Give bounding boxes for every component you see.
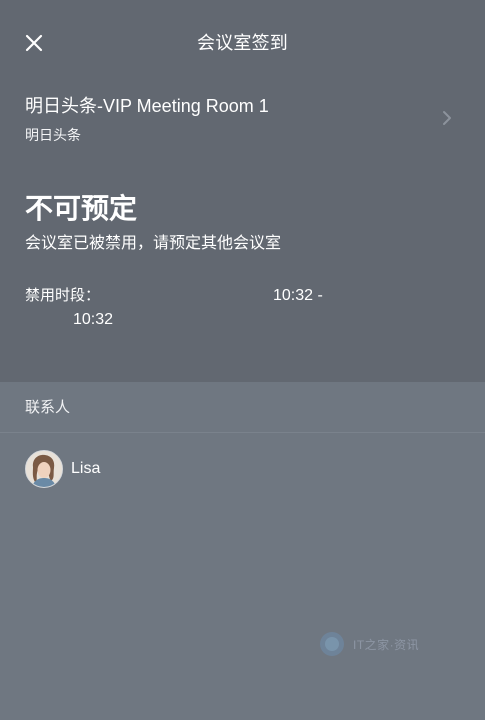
room-status-panel: 会议室签到 明日头条-VIP Meeting Room 1 明日头条 不可预定 … <box>0 0 485 382</box>
disabled-period-time-start: 10:32 - <box>273 287 323 304</box>
contact-item[interactable]: Lisa <box>0 447 485 493</box>
room-org: 明日头条 <box>25 127 81 143</box>
status-description: 会议室已被禁用，请预定其他会议室 <box>25 235 282 252</box>
header: 会议室签到 <box>0 0 485 86</box>
avatar-image <box>26 451 62 487</box>
avatar <box>25 450 63 488</box>
room-info-row[interactable]: 明日头条-VIP Meeting Room 1 明日头条 <box>0 88 485 150</box>
room-name: 明日头条-VIP Meeting Room 1 <box>25 96 269 116</box>
disabled-period-time-end: 10:32 <box>73 311 114 328</box>
contact-name: Lisa <box>71 460 101 477</box>
page-title: 会议室签到 <box>197 33 288 53</box>
chevron-right-icon <box>443 111 451 125</box>
divider <box>0 432 485 433</box>
contacts-heading: 联系人 <box>25 399 71 416</box>
watermark: IT之家·资讯 <box>317 628 419 660</box>
disabled-period-label: 禁用时段： <box>25 287 101 304</box>
status-title: 不可预定 <box>25 193 138 224</box>
watermark-logo-icon <box>320 632 344 656</box>
watermark-text: IT之家·资讯 <box>353 637 420 652</box>
